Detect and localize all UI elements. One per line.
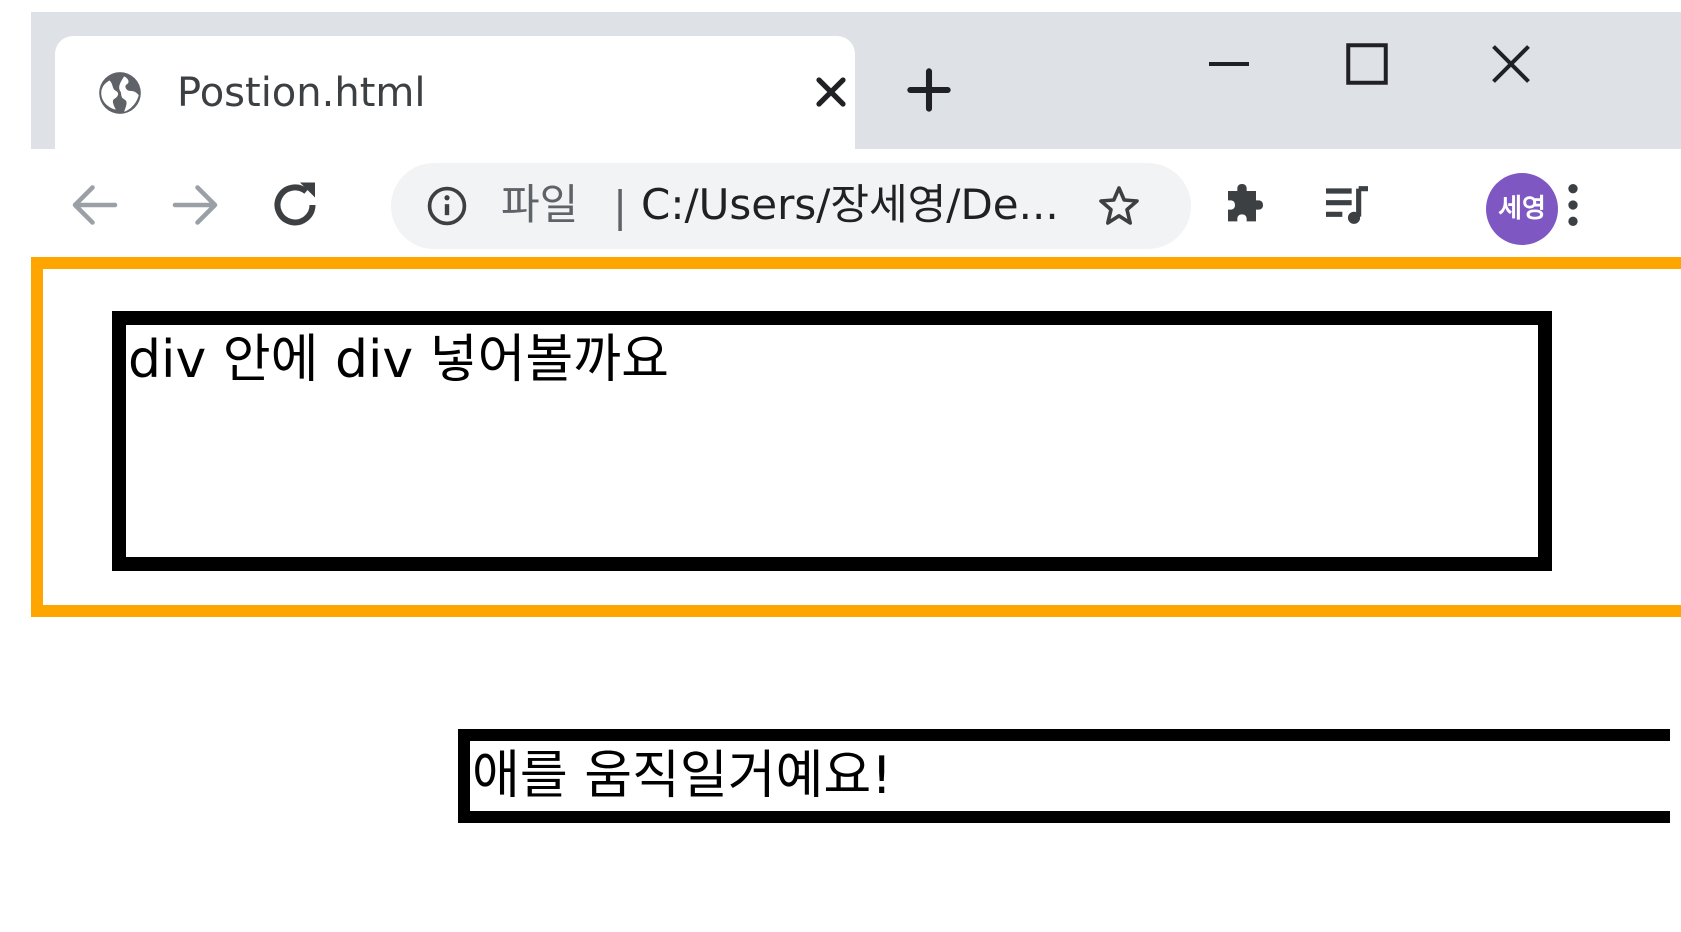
url-scheme-label: 파일	[501, 180, 579, 229]
reload-icon[interactable]	[265, 175, 325, 235]
url-text[interactable]: C:/Users/장세영/De...	[641, 177, 1059, 233]
browser-window: Postion.html 파일 | C:/Users/장세영/De... 세영 …	[31, 12, 1681, 932]
tab-active[interactable]: Postion.html	[55, 36, 855, 149]
forward-arrow-icon[interactable]	[165, 175, 225, 235]
url-separator: |	[613, 182, 628, 231]
playlist-icon[interactable]	[1319, 177, 1375, 233]
toolbar: 파일 | C:/Users/장세영/De... 세영	[31, 149, 1681, 261]
info-icon[interactable]	[425, 184, 469, 228]
tab-title: Postion.html	[177, 70, 426, 116]
back-arrow-icon[interactable]	[65, 175, 125, 235]
tab-close-icon[interactable]	[807, 68, 855, 116]
inner-box-text: div 안에 div 넣어볼까요	[128, 330, 669, 390]
plus-icon[interactable]	[901, 62, 957, 118]
maximize-icon[interactable]	[1337, 34, 1397, 94]
moved-black-box: 애를 움직일거예요!	[458, 729, 1670, 823]
puzzle-icon[interactable]	[1221, 177, 1277, 233]
kebab-menu-icon[interactable]	[1545, 177, 1601, 233]
close-icon[interactable]	[1481, 34, 1541, 94]
minimize-icon[interactable]	[1199, 34, 1259, 94]
address-bar[interactable]: 파일 | C:/Users/장세영/De...	[391, 163, 1191, 249]
globe-icon	[99, 72, 141, 114]
outer-orange-box: div 안에 div 넣어볼까요	[31, 257, 1681, 617]
star-icon[interactable]	[1095, 182, 1143, 230]
tab-strip: Postion.html	[31, 12, 1681, 149]
inner-black-box: div 안에 div 넣어볼까요	[112, 311, 1552, 571]
moved-box-text: 애를 움직일거예요!	[472, 746, 893, 806]
